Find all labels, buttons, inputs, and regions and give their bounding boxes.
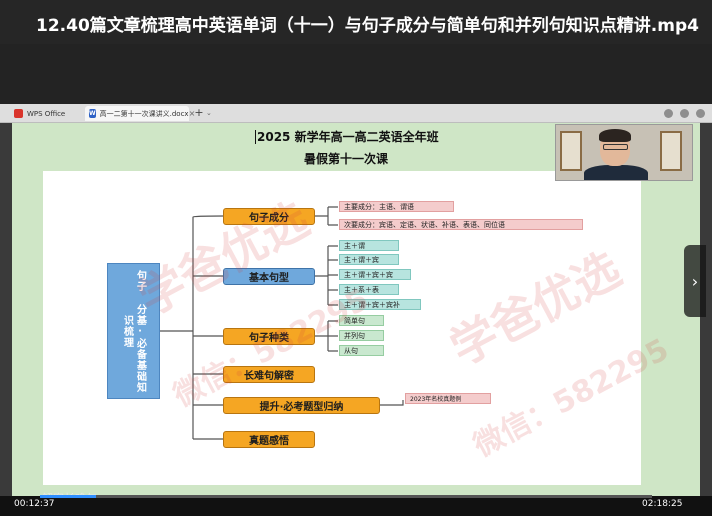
tab-label: WPS Office (27, 109, 66, 118)
document-subtitle: 暑假第十一次课 (304, 152, 389, 166)
current-time: 00:12:37 (14, 499, 55, 509)
presenter-webcam (555, 124, 693, 181)
mindmap-leaf: 主要成分：主语、谓语 (339, 201, 454, 212)
bookshelf (560, 131, 582, 171)
bookshelf (660, 131, 682, 171)
mindmap-leaf: 主＋谓＋宾 (339, 254, 399, 265)
playback-controls: 00:12:37 02:18:25 (0, 496, 712, 516)
text-cursor (255, 130, 256, 144)
mindmap-branch-sentence-types: 句子种类 (223, 328, 315, 345)
total-time: 02:18:25 (642, 499, 683, 509)
account-icon[interactable] (664, 109, 673, 118)
progress-fill (40, 495, 96, 498)
mindmap-image: 句子 分基·必备基础知识梳理 句子成分 主要成分：主语、谓语 次要成分：宾语、定… (43, 171, 641, 485)
tab-list-dropdown[interactable]: ⌄ (206, 106, 218, 121)
settings-icon[interactable] (696, 109, 705, 118)
mindmap-leaf: 主＋系＋表 (339, 284, 399, 295)
mindmap-branch-exam-patterns: 提升·必考题型归纳 (223, 397, 380, 414)
mindmap-branch-long-sentences: 长难句解密 (223, 366, 315, 383)
mindmap-root-node: 句子 分基·必备基础知识梳理 (107, 263, 160, 399)
word-document-icon: W (89, 109, 96, 118)
tab-label: 高一二第十一次课讲义.docx (99, 109, 189, 118)
presenter-body (584, 165, 648, 180)
notification-icon[interactable] (680, 109, 689, 118)
progress-bar[interactable] (40, 495, 652, 498)
mindmap-branch-basic-patterns: 基本句型 (223, 268, 315, 285)
document-title: 2025 新学年高一高二英语全年班 (257, 130, 439, 144)
mindmap-leaf: 并列句 (339, 330, 384, 341)
tab-wps-office[interactable]: WPS Office (10, 106, 82, 121)
mindmap-leaf: 从句 (339, 345, 384, 356)
presenter-glasses (603, 144, 628, 150)
wps-logo-icon (14, 109, 23, 118)
mindmap-leaf: 2023年名校真题例 (405, 393, 491, 404)
video-letterbox (0, 44, 712, 104)
mindmap-leaf: 简单句 (339, 315, 384, 326)
mindmap-leaf: 主＋谓＋宾＋宾 (339, 269, 411, 280)
presenter-hair (599, 129, 631, 142)
next-button[interactable]: › (684, 245, 706, 317)
mindmap-branch-sentence-elements: 句子成分 (223, 208, 315, 225)
app-tab-bar: WPS Office W 高一二第十一次课讲义.docx × + ⌄ (0, 104, 712, 123)
mindmap-branch-past-exams: 真题感悟 (223, 431, 315, 448)
mindmap-leaf: 主＋谓＋宾＋宾补 (339, 299, 421, 310)
video-player[interactable]: 12.40篇文章梳理高中英语单词（十一）与句子成分与简单句和并列句知识点精讲.m… (0, 0, 712, 516)
mindmap-leaf: 次要成分：宾语、定语、状语、补语、表语、同位语 (339, 219, 583, 230)
chevron-right-icon: › (691, 271, 699, 291)
tab-document[interactable]: W 高一二第十一次课讲义.docx × (85, 106, 195, 121)
mindmap-leaf: 主＋谓 (339, 240, 399, 251)
new-tab-button[interactable]: + (192, 106, 206, 121)
video-title: 12.40篇文章梳理高中英语单词（十一）与句子成分与简单句和并列句知识点精讲.m… (0, 0, 712, 44)
